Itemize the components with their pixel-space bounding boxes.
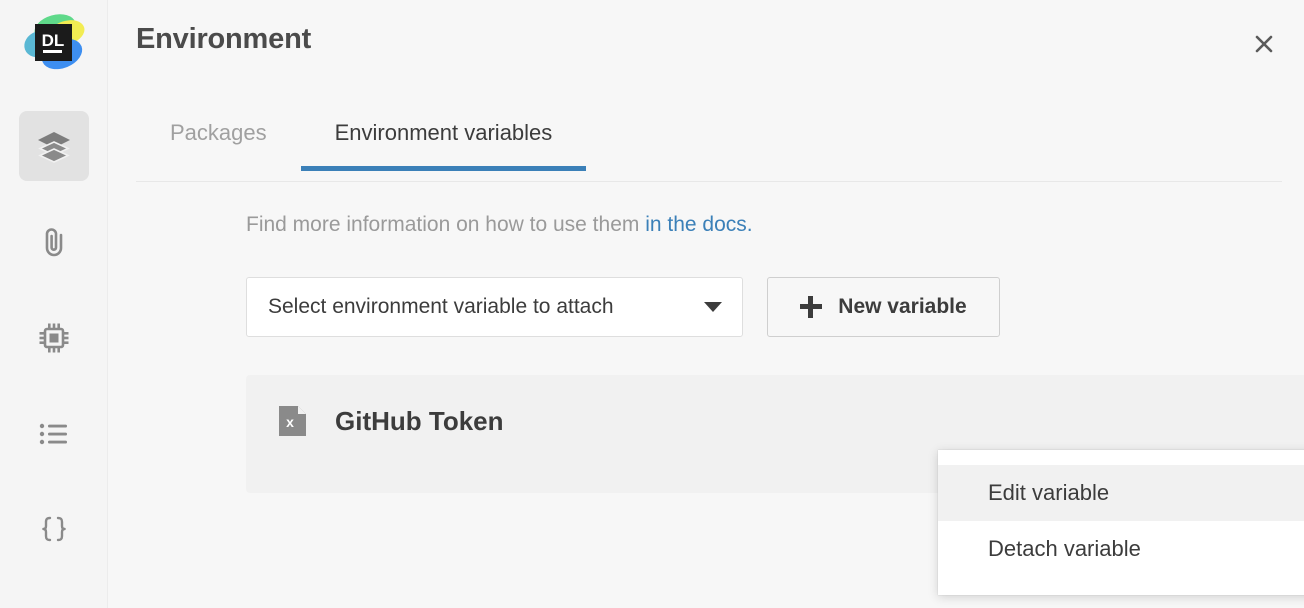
- environment-panel: Environment Packages Environment variabl…: [108, 0, 1304, 608]
- sidebar-item-computation[interactable]: [19, 303, 89, 373]
- cpu-chip-icon: [36, 320, 72, 356]
- datalore-logo[interactable]: DL: [19, 10, 87, 78]
- close-icon: [1252, 32, 1276, 61]
- variable-context-menu: Edit variable Detach variable: [938, 450, 1304, 595]
- close-button[interactable]: [1245, 27, 1283, 65]
- sidebar: DL: [0, 0, 108, 608]
- svg-text:x: x: [286, 414, 294, 430]
- variable-controls: Select environment variable to attach Ne…: [246, 277, 1000, 337]
- sidebar-item-attachments[interactable]: [19, 207, 89, 277]
- new-variable-button[interactable]: New variable: [767, 277, 1000, 337]
- sidebar-item-environment[interactable]: [18, 111, 89, 181]
- layers-icon: [35, 127, 73, 165]
- tab-packages[interactable]: Packages: [136, 112, 301, 170]
- page-title: Environment: [136, 23, 312, 55]
- datalore-logo-svg: DL: [23, 14, 84, 70]
- tab-bar: Packages Environment variables: [136, 112, 1282, 182]
- sidebar-item-variables[interactable]: [19, 495, 89, 565]
- tab-environment-variables[interactable]: Environment variables: [300, 112, 587, 171]
- docs-hint: Find more information on how to use them…: [246, 213, 753, 237]
- curly-braces-icon: [36, 512, 72, 548]
- svg-text:DL: DL: [41, 31, 64, 50]
- plus-icon: [800, 296, 823, 318]
- new-variable-label: New variable: [838, 295, 967, 318]
- sidebar-item-outline[interactable]: [19, 399, 89, 469]
- chevron-down-icon: [704, 302, 722, 312]
- bulleted-list-icon: [36, 416, 72, 452]
- menu-item-detach-variable[interactable]: Detach variable: [938, 521, 1304, 577]
- environment-variable-select[interactable]: Select environment variable to attach: [246, 277, 743, 337]
- docs-link[interactable]: in the docs.: [645, 213, 752, 236]
- docs-hint-text: Find more information on how to use them: [246, 213, 640, 236]
- variable-name: GitHub Token: [335, 406, 504, 436]
- paperclip-icon: [36, 224, 72, 260]
- menu-item-edit-variable[interactable]: Edit variable: [938, 465, 1304, 521]
- file-x-icon: x: [279, 406, 306, 436]
- environment-variable-select-label: Select environment variable to attach: [268, 295, 614, 318]
